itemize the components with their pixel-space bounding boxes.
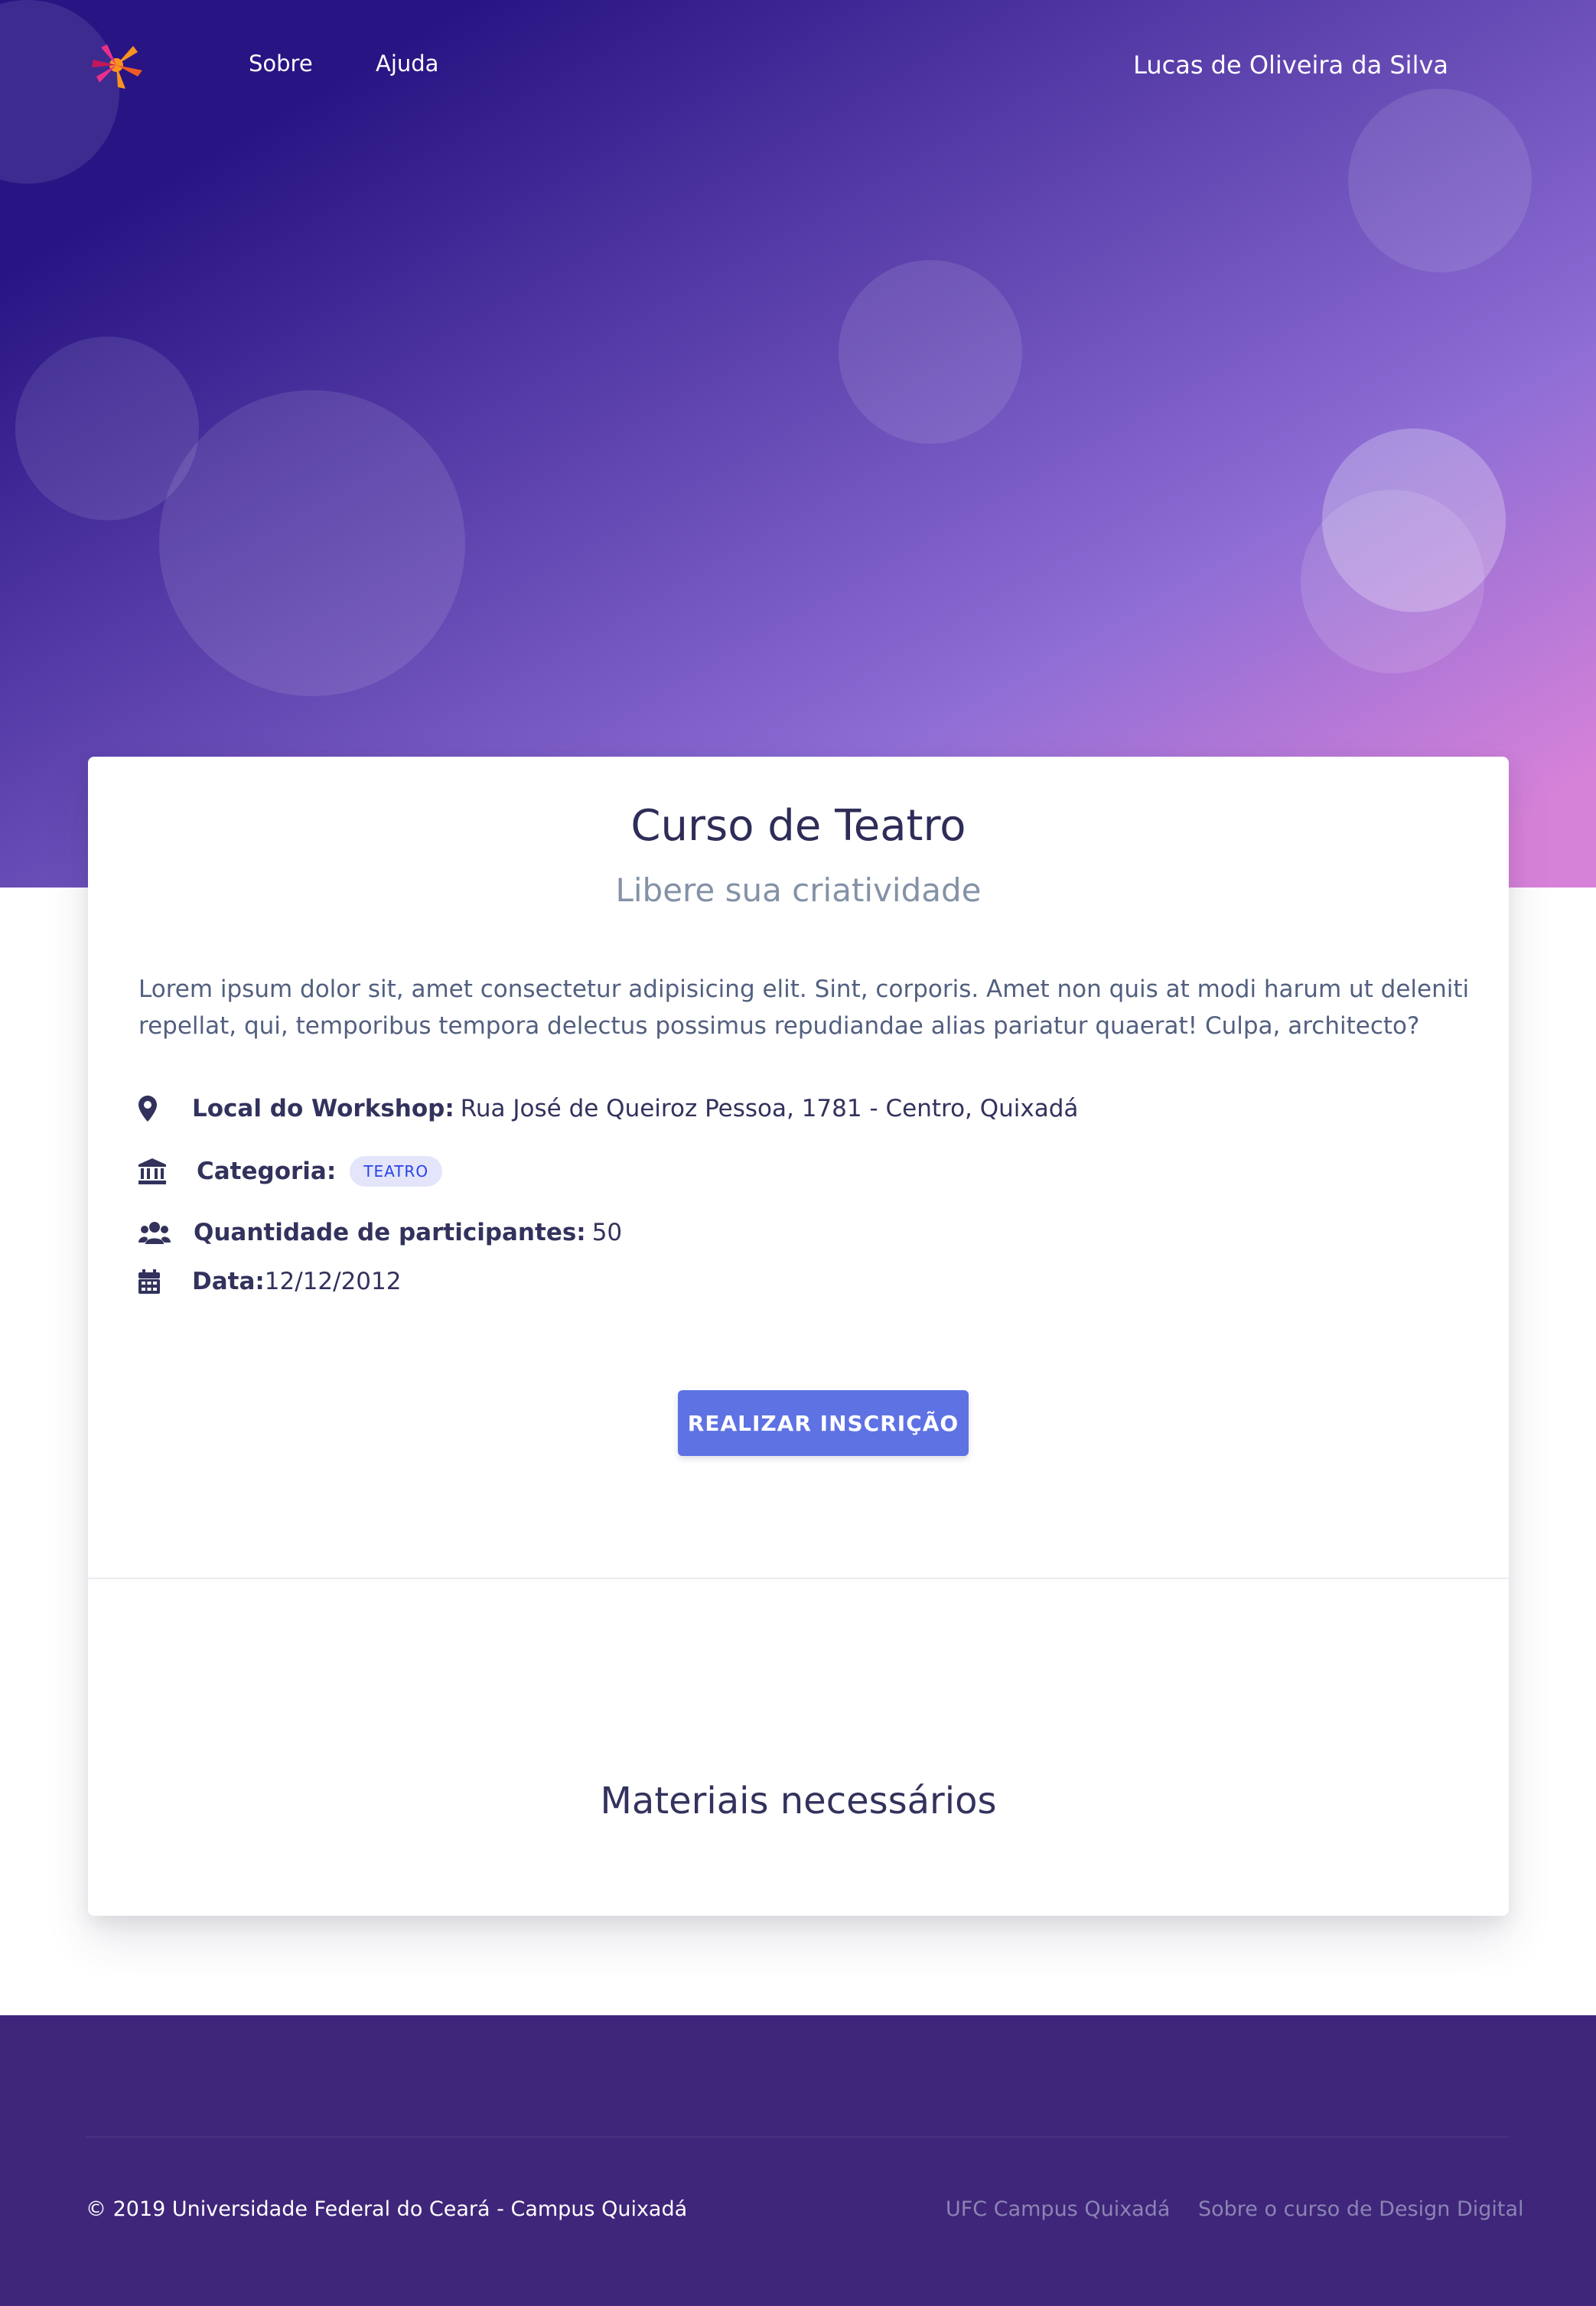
workshop-title: Curso de Teatro xyxy=(630,801,966,851)
participants-value: 50 xyxy=(591,1219,623,1246)
date-label: Data: xyxy=(192,1268,265,1295)
nav-link-sobre[interactable]: Sobre xyxy=(249,50,313,77)
materials-title: Materiais necessários xyxy=(600,1780,997,1822)
decorative-bubble xyxy=(1301,490,1484,673)
map-pin-icon xyxy=(138,1096,171,1122)
decorative-bubble xyxy=(159,390,465,696)
info-category: Categoria: TEATRO xyxy=(138,1156,443,1187)
info-participants: Quantidade de participantes: 50 xyxy=(138,1219,622,1246)
card-divider xyxy=(88,1578,1509,1579)
participants-label: Quantidade de participantes: xyxy=(194,1219,586,1246)
location-label: Local do Workshop: xyxy=(192,1095,454,1122)
institution-icon xyxy=(138,1158,171,1184)
footer-divider xyxy=(86,2136,1509,2138)
top-navbar: Sobre Ajuda Lucas de Oliveira da Silva xyxy=(0,0,1596,130)
workshop-subtitle: Libere sua criatividade xyxy=(615,871,982,909)
info-location: Local do Workshop: Rua José de Queiroz P… xyxy=(138,1095,1078,1122)
footer: © 2019 Universidade Federal do Ceará - C… xyxy=(0,2015,1596,2306)
footer-copyright: © 2019 Universidade Federal do Ceará - C… xyxy=(86,2197,688,2221)
register-button[interactable]: REALIZAR INSCRIÇÃO xyxy=(678,1390,969,1456)
footer-link-design[interactable]: Sobre o curso de Design Digital xyxy=(1198,2197,1524,2221)
category-badge: TEATRO xyxy=(350,1156,443,1187)
location-value: Rua José de Queiroz Pessoa, 1781 - Centr… xyxy=(460,1095,1079,1122)
workshop-card: Curso de Teatro Libere sua criatividade … xyxy=(88,757,1509,1916)
logo-icon[interactable] xyxy=(86,40,147,90)
footer-link-ufc[interactable]: UFC Campus Quixadá xyxy=(946,2197,1170,2221)
hero-section xyxy=(0,0,1596,888)
user-name[interactable]: Lucas de Oliveira da Silva xyxy=(1133,50,1448,80)
info-date: Data: 12/12/2012 xyxy=(138,1268,401,1295)
nav-link-ajuda[interactable]: Ajuda xyxy=(376,50,438,77)
workshop-description: Lorem ipsum dolor sit, amet consectetur … xyxy=(138,975,1470,1040)
calendar-icon xyxy=(138,1269,171,1294)
decorative-bubble xyxy=(839,260,1022,444)
users-icon xyxy=(138,1221,171,1244)
date-value: 12/12/2012 xyxy=(264,1268,402,1295)
category-label: Categoria: xyxy=(197,1158,337,1185)
